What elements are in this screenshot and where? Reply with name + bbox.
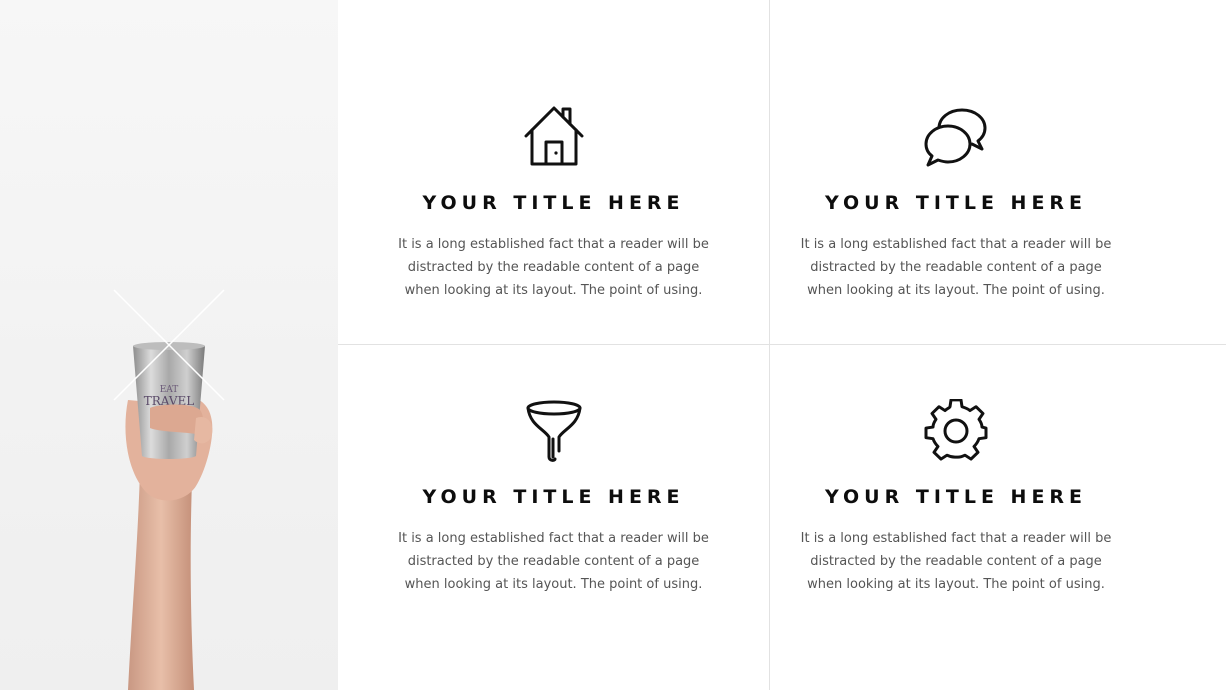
- feature-title: YOUR TITLE HERE: [824, 192, 1088, 214]
- feature-title: YOUR TITLE HERE: [422, 192, 685, 214]
- feature-title: YOUR TITLE HERE: [824, 486, 1088, 508]
- feature-card-1: YOUR TITLE HERE It is a long established…: [338, 0, 769, 344]
- hero-photo: EAT TRAVEL: [0, 0, 338, 690]
- features-grid: YOUR TITLE HERE It is a long established…: [338, 0, 1226, 690]
- slide: EAT TRAVEL YOUR TITLE HERE It is a long …: [0, 0, 1226, 690]
- feature-title: YOUR TITLE HERE: [422, 486, 685, 508]
- feature-description: It is a long established fact that a rea…: [398, 237, 709, 298]
- house-icon: [524, 106, 583, 166]
- chat-bubbles-icon: [924, 108, 987, 167]
- hand-holding-cup-illustration: EAT TRAVEL: [113, 289, 225, 690]
- feature-card-4: YOUR TITLE HERE It is a long established…: [770, 345, 1142, 689]
- funnel-icon: [526, 400, 581, 462]
- gear-icon: [924, 399, 988, 461]
- feature-card-3: YOUR TITLE HERE It is a long established…: [338, 345, 769, 689]
- feature-card-2: YOUR TITLE HERE It is a long established…: [770, 0, 1142, 344]
- feature-description: It is a long established fact that a rea…: [398, 531, 709, 592]
- feature-description: It is a long established fact that a rea…: [800, 237, 1112, 298]
- feature-description: It is a long established fact that a rea…: [800, 531, 1112, 592]
